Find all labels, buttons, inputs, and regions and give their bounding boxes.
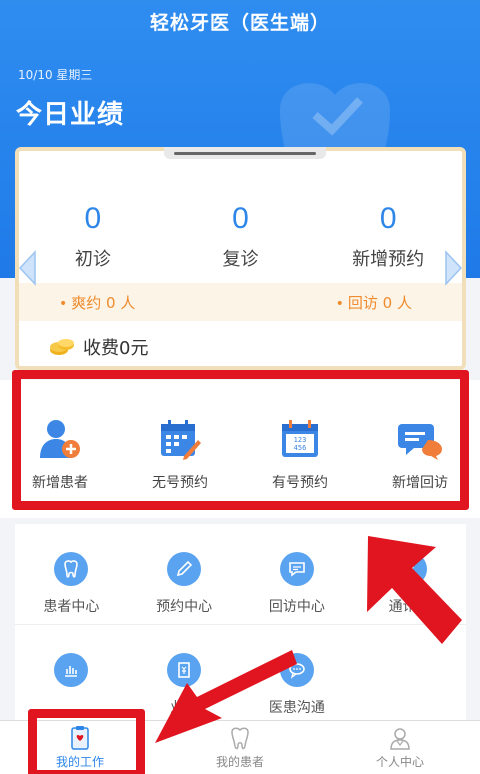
bullet-icon: • — [59, 295, 68, 312]
pencil-icon — [167, 552, 202, 586]
followup-reminder[interactable]: • 回访 0 人 — [336, 292, 412, 313]
doctor-avatar-icon — [390, 728, 410, 750]
stat-new-appointment[interactable]: 0 新增预约 — [314, 201, 462, 271]
tab-label: 个人中心 — [375, 755, 424, 769]
performance-card: 0 初诊 0 复诊 0 新增预约 • 爽约 0 人 • 回访 0 人 收费0元 — [15, 147, 466, 370]
followup-center-button[interactable]: 回访中心 — [241, 524, 354, 624]
highlight-box-quick-actions — [12, 370, 469, 510]
stat-value: 0 — [379, 202, 397, 235]
missed-reminder-text: 爽约 0 人 — [71, 293, 136, 312]
stats-row: 0 初诊 0 复诊 0 新增预约 — [19, 201, 462, 271]
tooth-icon — [54, 552, 89, 586]
carousel-prev-arrow-icon[interactable] — [17, 250, 37, 286]
bullet-icon: • — [335, 295, 344, 312]
followup-reminder-text: 回访 0 人 — [347, 293, 412, 312]
receipt-icon — [167, 653, 202, 687]
stat-label: 复诊 — [222, 249, 259, 270]
grid-row: 患者中心 预约中心 回访中心 通讯录 — [15, 524, 466, 624]
reminder-bar: • 爽约 0 人 • 回访 0 人 — [19, 283, 462, 321]
date-label: 10/10 星期三 — [18, 68, 93, 82]
tab-personal-center[interactable]: 个人中心 — [320, 721, 480, 774]
module-label: 预约中心 — [156, 599, 213, 615]
stat-value: 0 — [232, 202, 249, 235]
contacts-icon — [392, 552, 427, 586]
page-title: 今日业绩 — [16, 100, 125, 130]
card-tab — [164, 147, 326, 159]
tab-label: 我的患者 — [215, 755, 264, 769]
module-label: 医患沟通 — [268, 700, 325, 716]
bar-chart-icon — [54, 653, 89, 687]
fee-row: 收费0元 — [49, 334, 148, 360]
patient-center-button[interactable]: 患者中心 — [15, 524, 128, 624]
stat-label: 新增预约 — [352, 249, 425, 270]
coins-icon — [50, 339, 74, 355]
carousel-next-arrow-icon[interactable] — [444, 250, 464, 286]
performance-button[interactable]: 业绩 — [128, 625, 241, 724]
module-label: 业绩 — [170, 700, 199, 716]
stat-return-visit[interactable]: 0 复诊 — [167, 201, 315, 271]
module-label: 回访中心 — [268, 599, 325, 615]
app-title: 轻松牙医（医生端） — [149, 12, 330, 34]
contacts-button[interactable]: 通讯录 — [353, 524, 466, 624]
doctor-patient-chat-button[interactable]: 医患沟通 — [241, 625, 354, 724]
message-icon — [279, 653, 314, 687]
missed-reminder[interactable]: • 爽约 0 人 — [59, 292, 135, 313]
tab-my-patients[interactable]: 我的患者 — [160, 721, 320, 774]
stat-label: 初诊 — [74, 249, 111, 270]
fee-text: 收费0元 — [83, 338, 149, 359]
chat-icon — [279, 552, 314, 586]
tooth-icon — [231, 727, 249, 750]
module-label: 患者中心 — [43, 599, 100, 615]
highlight-box-my-work-tab — [28, 709, 145, 774]
appointment-center-button[interactable]: 预约中心 — [128, 524, 241, 624]
stat-first-visit[interactable]: 0 初诊 — [19, 201, 167, 271]
grid-empty-cell — [353, 625, 466, 724]
module-label: 通讯录 — [388, 599, 431, 615]
module-grid: 患者中心 预约中心 回访中心 通讯录 业绩 医患沟通 — [15, 524, 466, 724]
stat-value: 0 — [84, 202, 102, 235]
